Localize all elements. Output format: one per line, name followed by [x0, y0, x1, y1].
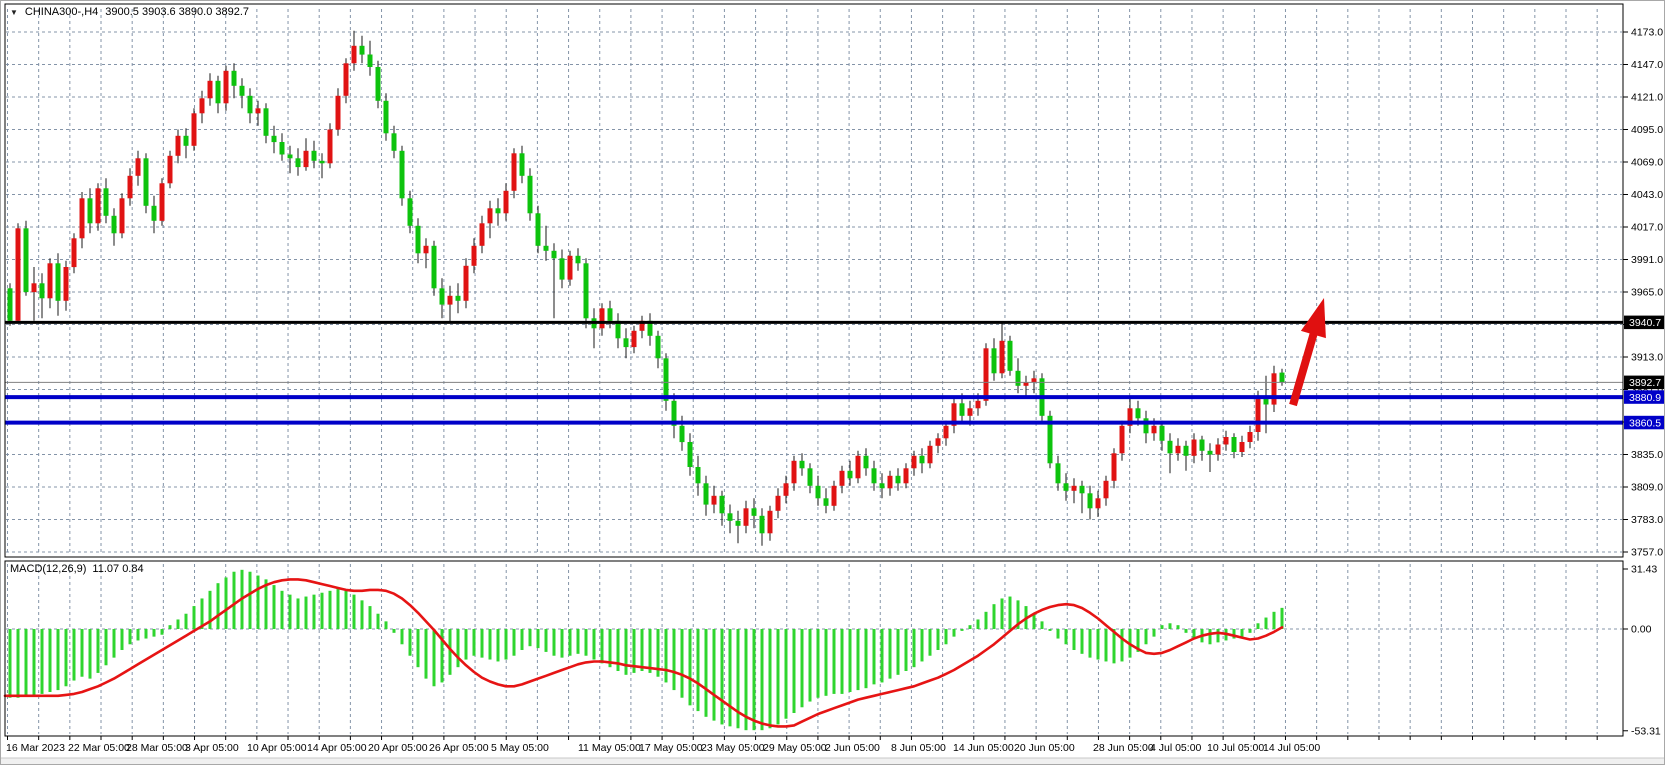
chart-canvas[interactable]: 4173.0 4147.0 4121.0 4095.0 4069.0 4043.0 4017… [1, 1, 1665, 765]
svg-text:2 Jun 05:00: 2 Jun 05:00 [825, 742, 880, 754]
ohlc-values: 3900.5 3903.6 3890.0 3892.7 [105, 6, 249, 19]
macd-name-label: MACD(12,26,9) [10, 563, 86, 576]
svg-text:14 Jun 05:00: 14 Jun 05:00 [953, 742, 1014, 754]
svg-text:3991.0: 3991.0 [1631, 254, 1663, 266]
svg-text:3913.0: 3913.0 [1631, 352, 1663, 364]
svg-text:11 May 05:00: 11 May 05:00 [578, 742, 641, 754]
svg-text:3860.5: 3860.5 [1629, 417, 1661, 429]
svg-text:3835.0: 3835.0 [1631, 449, 1663, 461]
svg-text:4121.0: 4121.0 [1631, 92, 1663, 104]
svg-text:3940.7: 3940.7 [1629, 317, 1661, 329]
svg-text:10 Apr 05:00: 10 Apr 05:00 [247, 742, 307, 754]
svg-text:0.00: 0.00 [1631, 624, 1652, 636]
status-strip [1, 758, 1665, 765]
svg-text:5 May 05:00: 5 May 05:00 [491, 742, 549, 754]
svg-text:14 Jul 05:00: 14 Jul 05:00 [1263, 742, 1320, 754]
symbol-period-label: CHINA300-,H4 [25, 6, 98, 19]
svg-text:4095.0: 4095.0 [1631, 124, 1663, 136]
svg-text:28 Mar 05:00: 28 Mar 05:00 [126, 742, 188, 754]
svg-text:20 Jun 05:00: 20 Jun 05:00 [1014, 742, 1075, 754]
svg-text:4017.0: 4017.0 [1631, 222, 1663, 234]
svg-text:8 Jun 05:00: 8 Jun 05:00 [891, 742, 946, 754]
svg-text:4147.0: 4147.0 [1631, 59, 1663, 71]
symbol-dropdown-icon[interactable]: ▼ [10, 6, 18, 19]
svg-text:29 May 05:00: 29 May 05:00 [763, 742, 827, 754]
svg-text:20 Apr 05:00: 20 Apr 05:00 [368, 742, 428, 754]
svg-text:14 Apr 05:00: 14 Apr 05:00 [307, 742, 367, 754]
chart-title: ▼ CHINA300-,H4 3900.5 3903.6 3890.0 3892… [10, 6, 249, 19]
svg-text:4043.0: 4043.0 [1631, 189, 1663, 201]
svg-text:31.43: 31.43 [1631, 564, 1657, 576]
svg-text:28 Jun 05:00: 28 Jun 05:00 [1093, 742, 1154, 754]
svg-text:4069.0: 4069.0 [1631, 157, 1663, 169]
svg-text:3809.0: 3809.0 [1631, 482, 1663, 494]
svg-text:-53.31: -53.31 [1631, 725, 1661, 737]
svg-text:17 May 05:00: 17 May 05:00 [639, 742, 703, 754]
svg-text:26 Apr 05:00: 26 Apr 05:00 [429, 742, 489, 754]
svg-text:16 Mar 2023: 16 Mar 2023 [6, 742, 65, 754]
svg-text:4173.0: 4173.0 [1631, 27, 1663, 39]
macd-indicator-label: MACD(12,26,9) 11.07 0.84 [10, 563, 144, 576]
svg-text:3783.0: 3783.0 [1631, 514, 1663, 526]
svg-text:4 Jul 05:00: 4 Jul 05:00 [1150, 742, 1202, 754]
trading-chart-window: 4173.0 4147.0 4121.0 4095.0 4069.0 4043.0 4017… [0, 0, 1665, 765]
svg-text:10 Jul 05:00: 10 Jul 05:00 [1207, 742, 1264, 754]
macd-values-label: 11.07 0.84 [92, 563, 143, 576]
svg-text:3880.9: 3880.9 [1629, 392, 1661, 404]
svg-text:3757.0: 3757.0 [1631, 547, 1663, 559]
svg-text:23 May 05:00: 23 May 05:00 [701, 742, 765, 754]
svg-text:3 Apr 05:00: 3 Apr 05:00 [185, 742, 239, 754]
svg-text:3892.7: 3892.7 [1629, 377, 1661, 389]
svg-text:22 Mar 05:00: 22 Mar 05:00 [68, 742, 130, 754]
svg-text:3965.0: 3965.0 [1631, 287, 1663, 299]
